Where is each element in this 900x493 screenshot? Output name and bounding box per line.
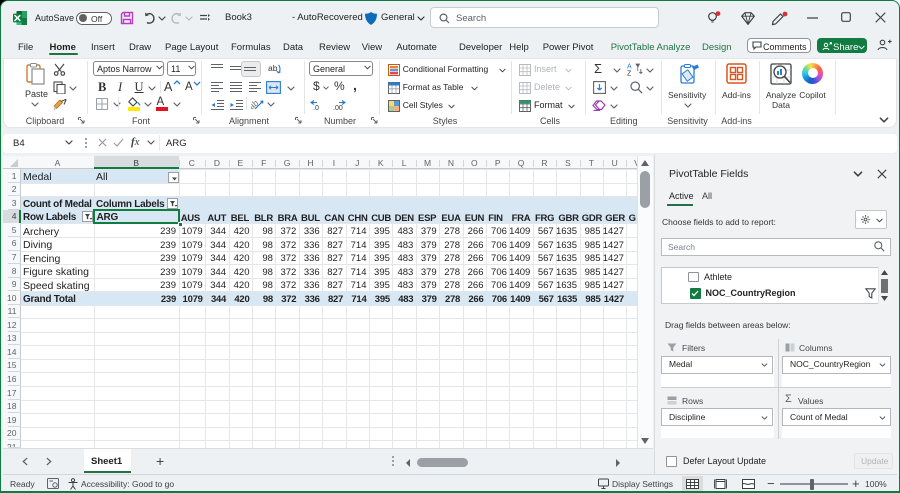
svg-text:Z: Z	[627, 71, 632, 77]
svg-text:.0: .0	[313, 105, 319, 111]
svg-text:A: A	[627, 64, 632, 71]
svg-text:.00: .00	[333, 105, 343, 111]
svg-text:ab: ab	[268, 63, 278, 73]
